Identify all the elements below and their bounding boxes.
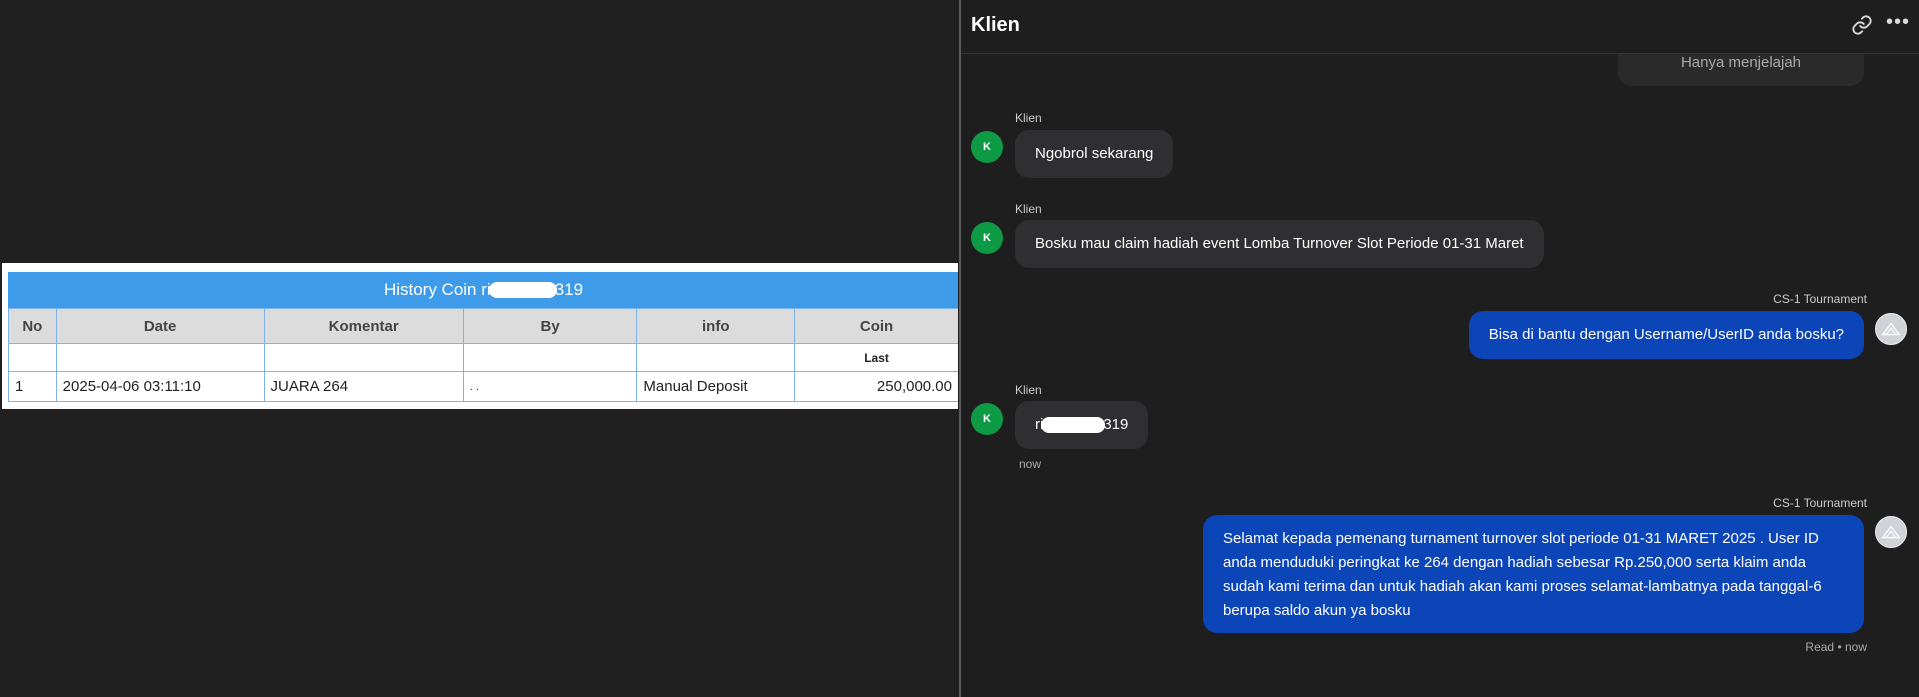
history-title: History Coin ri 319 <box>8 272 958 308</box>
cell-komentar: JUARA 264 <box>263 371 464 402</box>
left-pane: History Coin ri 319 No Date Komentar By … <box>0 0 959 697</box>
message-bubble: Bosku mau claim hadiah event Lomba Turno… <box>1015 220 1544 268</box>
redaction-mask <box>488 282 557 298</box>
message-text-suffix: 319 <box>1103 416 1129 433</box>
message-status: Read • now <box>1805 640 1867 654</box>
col-komentar: Komentar <box>263 308 464 344</box>
col-coin: Coin <box>794 308 958 344</box>
table-row: 1 2025-04-06 03:11:10 JUARA 264 . . Manu… <box>8 371 958 402</box>
table-subheader-row: Last <box>8 343 958 372</box>
history-table: No Date Komentar By info Coin Last 1 202… <box>8 308 958 402</box>
message-sender: Klien <box>1015 383 1042 397</box>
message-text: Ngobrol sekarang <box>1035 145 1154 162</box>
client-avatar: K <box>971 403 1003 435</box>
message-text: Bisa di bantu dengan Username/UserID and… <box>1488 326 1844 343</box>
col-info: info <box>636 308 796 344</box>
history-coin-panel: History Coin ri 319 No Date Komentar By … <box>2 263 958 409</box>
message-sender: CS-1 Tournament <box>1773 496 1867 510</box>
message-time: now <box>1019 457 1042 471</box>
chat-title: Klien <box>971 14 1020 36</box>
history-title-suffix: 319 <box>554 280 584 299</box>
previous-message-text: Hanya menjelajah <box>1680 54 1802 71</box>
message-text: Selamat kepada pemenang turnament turnov… <box>1223 530 1822 619</box>
col-by: By <box>462 308 638 344</box>
agent-message-bubble: Bisa di bantu dengan Username/UserID and… <box>1468 311 1864 359</box>
col-no: No <box>8 308 57 344</box>
cell-no: 1 <box>8 371 57 402</box>
message-text: Bosku mau claim hadiah event Lomba Turno… <box>1035 235 1524 252</box>
agent-message-bubble: Selamat kepada pemenang turnament turnov… <box>1203 515 1864 633</box>
client-avatar: K <box>971 222 1003 254</box>
history-title-prefix: History Coin ri <box>383 280 491 299</box>
cell-coin: 250,000.00 <box>794 371 958 402</box>
redaction-mask <box>1041 417 1106 434</box>
message-sender: Klien <box>1015 202 1042 216</box>
table-header-row: No Date Komentar By info Coin <box>8 308 958 344</box>
cell-info: Manual Deposit <box>636 371 796 402</box>
cell-date: 2025-04-06 03:11:10 <box>55 371 265 402</box>
sub-header-last: Last <box>794 343 958 372</box>
message-bubble: ri 319 <box>1015 401 1149 449</box>
link-icon[interactable] <box>1851 14 1875 38</box>
cell-by: . . <box>462 371 638 402</box>
agent-avatar-icon <box>1875 516 1907 548</box>
message-sender: CS-1 Tournament <box>1773 292 1867 306</box>
message-bubble: Ngobrol sekarang <box>1015 130 1174 178</box>
message-sender: Klien <box>1015 111 1042 125</box>
client-avatar: K <box>971 131 1003 163</box>
more-icon[interactable]: ••• <box>1886 12 1910 38</box>
previous-message-bubble: Hanya menjelajah <box>1618 54 1864 86</box>
agent-avatar-icon <box>1875 313 1907 345</box>
col-date: Date <box>55 308 265 344</box>
chat-header: Klien ••• <box>961 0 1919 54</box>
chat-pane: Klien ••• Hanya menjelajah Klien K Ngobr… <box>961 0 1919 697</box>
